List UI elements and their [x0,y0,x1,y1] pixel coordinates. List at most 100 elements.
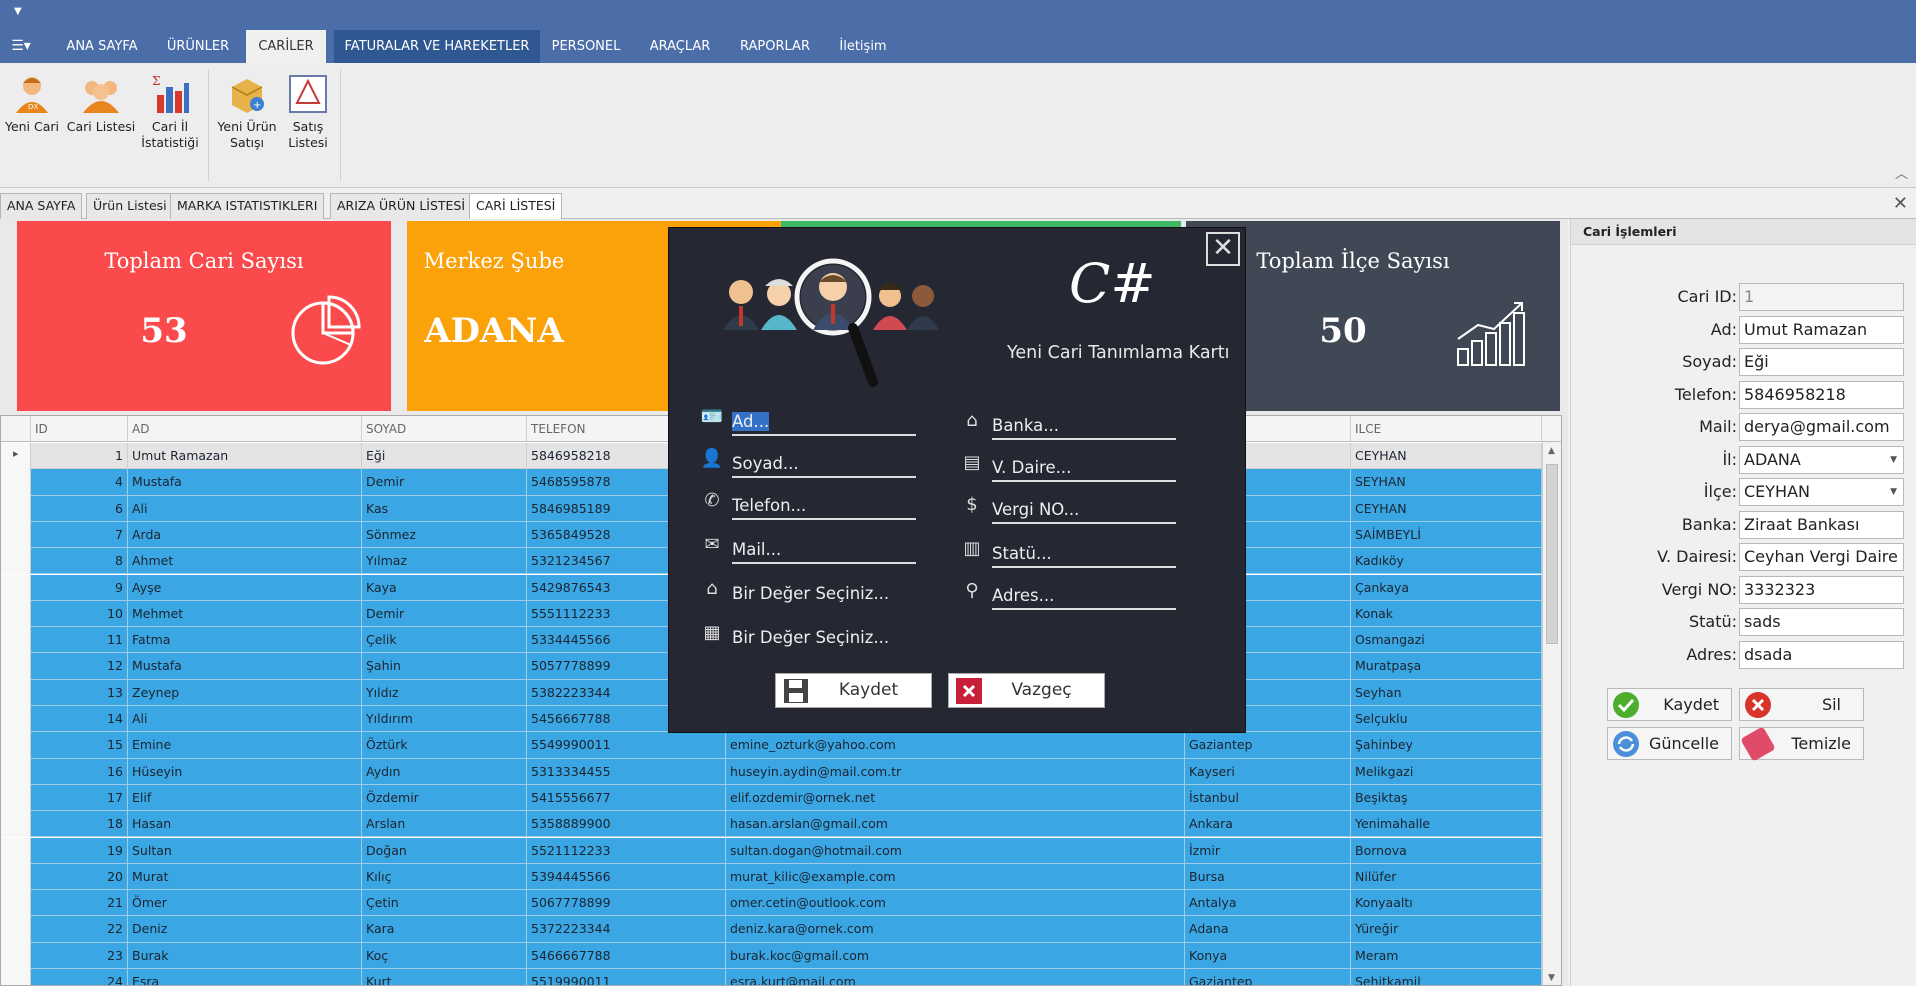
cell-tel[interactable]: 5394445566 [527,863,726,891]
table-row[interactable]: 18 Hasan Arslan 5358889900 hasan.arslan@gmai… [1,811,1542,838]
cell-ilce[interactable]: Seyhan [1351,679,1542,706]
row-indicator[interactable] [1,653,31,680]
cell-ad[interactable]: Mustafa [128,653,362,680]
row-indicator[interactable] [1,916,31,943]
doc-tab-ariza-urun-listesi[interactable]: ARIZA ÜRÜN LİSTESİ [330,193,473,219]
cell-mail[interactable]: emine_ozturk@yahoo.com [726,732,1185,759]
new-customer-button[interactable]: DX Yeni Cari [2,73,62,135]
cell-id[interactable]: 13 [31,679,128,706]
cell-ad[interactable]: Murat [128,863,362,891]
cell-soyad[interactable]: Kara [362,916,527,943]
cell-soyad[interactable]: Kılıç [362,863,527,891]
dialog-dropdown[interactable]: ⌂ Bir Değer Seçiniz... [699,578,929,608]
row-indicator[interactable] [1,443,31,470]
customer-list-button[interactable]: Cari Listesi [66,73,136,135]
close-document-icon[interactable]: ✕ [1893,193,1908,214]
cell-tel[interactable]: 5519990011 [527,969,726,985]
row-indicator[interactable] [1,890,31,917]
doc-tab-ana-sayfa[interactable]: ANA SAYFA [0,193,83,219]
cell-ad[interactable]: Mehmet [128,600,362,628]
menu-tab-cariler[interactable]: CARİLER [246,30,326,63]
row-indicator[interactable] [1,942,31,969]
cell-ilce[interactable]: Bornova [1351,837,1542,864]
dialog-input[interactable]: ⌂ Banka... [959,410,1189,440]
scroll-down-icon[interactable]: ▼ [1548,973,1555,983]
cell-ilce[interactable]: Meram [1351,942,1542,969]
cell-ad[interactable]: Emine [128,732,362,759]
cell-ilce[interactable]: Nilüfer [1351,863,1542,891]
city-statistics-button[interactable]: Σ Cari İl İstatistiği [140,73,200,151]
menu-tab-iletisim[interactable]: İletişim [830,30,896,63]
row-indicator[interactable] [1,679,31,706]
cell-soyad[interactable]: Özdemir [362,784,527,812]
cell-id[interactable]: 24 [31,969,128,985]
cell-soyad[interactable]: Yılmaz [362,548,527,575]
cell-tel[interactable]: 5521112233 [527,837,726,864]
cell-mail[interactable]: sultan.dogan@hotmail.com [726,837,1185,864]
column-header-ilce[interactable]: ILCE [1351,416,1542,442]
field-input[interactable]: sads [1739,608,1904,636]
field-input[interactable]: Ceyhan Vergi Daire [1739,543,1904,571]
row-indicator[interactable] [1,863,31,891]
cell-ilce[interactable]: Melikgazi [1351,758,1542,785]
side-delete-button[interactable]: Sil [1739,688,1864,721]
row-indicator[interactable] [1,495,31,522]
cell-soyad[interactable]: Aydın [362,758,527,785]
cell-soyad[interactable]: Çelik [362,627,527,654]
doc-tab-marka-istatistikleri[interactable]: MARKA ISTATISTIKLERI [170,193,325,219]
cell-tel[interactable]: 5466667788 [527,942,726,969]
cell-ad[interactable]: Elif [128,784,362,812]
doc-tab-cari-listesi[interactable]: CARİ LİSTESİ [469,193,563,219]
row-indicator[interactable] [1,758,31,785]
cell-ilce[interactable]: SAİMBEYLİ [1351,521,1542,549]
cell-id[interactable]: 8 [31,548,128,575]
dialog-input[interactable]: ▥ Statü... [959,538,1189,568]
menu-tab-urunler[interactable]: ÜRÜNLER [160,30,236,63]
row-indicator[interactable] [1,732,31,759]
dialog-input[interactable]: ✆ Telefon... [699,490,929,520]
cell-soyad[interactable]: Arslan [362,811,527,838]
cell-soyad[interactable]: Çetin [362,890,527,917]
row-indicator[interactable] [1,969,31,985]
dialog-input[interactable]: ✉ Mail... [699,534,929,564]
menu-tab-araclar[interactable]: ARAÇLAR [640,30,720,63]
doc-tab-urun-listesi[interactable]: Ürün Listesi [86,193,174,219]
cell-mail[interactable]: burak.koc@gmail.com [726,942,1185,969]
cell-mail[interactable]: murat_kilic@example.com [726,863,1185,891]
row-indicator[interactable] [1,521,31,549]
cell-id[interactable]: 11 [31,627,128,654]
cell-id[interactable]: 4 [31,469,128,496]
cell-ilce[interactable]: Muratpaşa [1351,653,1542,680]
cell-id[interactable]: 20 [31,863,128,891]
row-indicator[interactable] [1,627,31,654]
cell-tel[interactable]: 5415556677 [527,784,726,812]
cell-ad[interactable]: Ayşe [128,574,362,601]
cell-il[interactable]: Adana [1185,916,1351,943]
cell-ad[interactable]: Deniz [128,916,362,943]
table-row[interactable]: 23 Burak Koç 5466667788 burak.koc@gmail.com K… [1,942,1542,969]
chevron-down-icon[interactable]: ▼ [1890,479,1897,505]
field-input[interactable]: Umut Ramazan [1739,315,1904,344]
cell-soyad[interactable]: Yıldırım [362,706,527,733]
dialog-input[interactable]: ⚲ Adres... [959,580,1189,610]
table-row[interactable]: 16 Hüseyin Aydın 5313334455 huseyin.aydin@ma… [1,758,1542,785]
dialog-input[interactable]: ▤ V. Daire... [959,452,1189,482]
cell-il[interactable]: Gaziantep [1185,969,1351,985]
cell-ad[interactable]: Fatma [128,627,362,654]
row-indicator[interactable] [1,548,31,575]
cell-ad[interactable]: Mustafa [128,469,362,496]
field-input[interactable]: Eği [1739,348,1904,376]
cell-ad[interactable]: Zeynep [128,679,362,706]
side-clear-button[interactable]: Temizle [1739,726,1864,762]
dialog-input[interactable]: 🪪 Ad... [699,406,929,436]
row-indicator[interactable] [1,469,31,496]
row-indicator[interactable] [1,574,31,601]
field-input[interactable]: 5846958218 [1739,380,1904,409]
grid-vertical-scrollbar[interactable]: ▲ ▼ [1542,442,1561,985]
dialog-cancel-button[interactable]: Vazgeç [948,673,1105,708]
cell-ilce[interactable]: Osmangazi [1351,627,1542,654]
cell-id[interactable]: 23 [31,942,128,969]
cell-ad[interactable]: Ali [128,495,362,522]
cell-ad[interactable]: Hüseyin [128,758,362,785]
cell-ilce[interactable]: Kadıköy [1351,548,1542,575]
